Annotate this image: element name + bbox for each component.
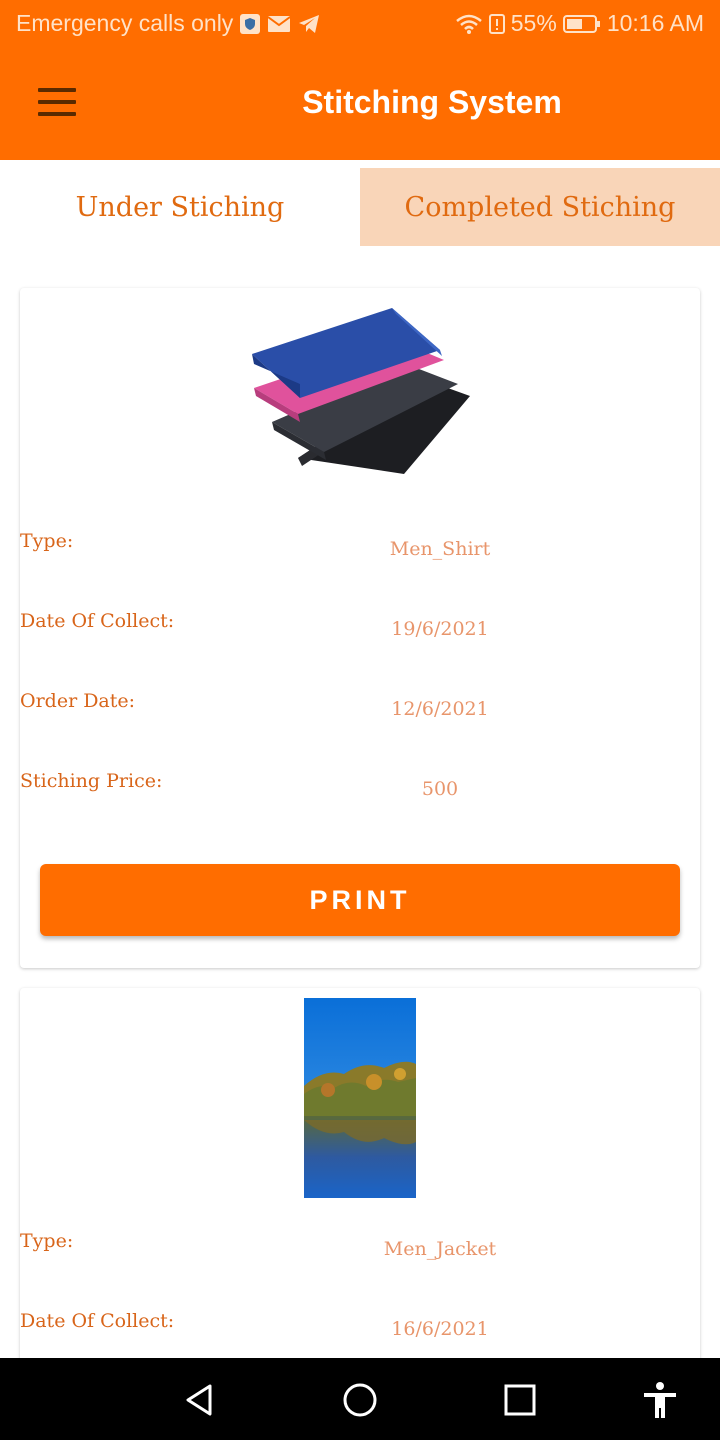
- type-label: Type:: [20, 530, 74, 552]
- collect-date-row: Date Of Collect: 16/6/2021: [20, 1310, 700, 1350]
- type-row: Type: Men_Jacket: [20, 1230, 700, 1270]
- tab-bar: Under Stiching Completed Stiching: [0, 168, 720, 246]
- price-label: Stiching Price:: [20, 770, 163, 792]
- back-icon[interactable]: [180, 1380, 220, 1420]
- status-right: 55% 10:16 AM: [455, 10, 704, 37]
- collect-date-label: Date Of Collect:: [20, 610, 175, 632]
- order-card: Type: Men_Jacket Date Of Collect: 16/6/2…: [20, 988, 700, 1358]
- recents-icon[interactable]: [500, 1380, 540, 1420]
- tab-under-stiching[interactable]: Under Stiching: [0, 168, 360, 246]
- price-value: 500: [421, 778, 459, 800]
- app-title: Stitching System: [302, 84, 562, 120]
- telegram-icon: [299, 14, 320, 33]
- order-card: Type: Men_Shirt Date Of Collect: 19/6/20…: [20, 288, 700, 968]
- type-value: Men_Jacket: [383, 1238, 497, 1260]
- tab-completed-stiching[interactable]: Completed Stiching: [360, 168, 720, 246]
- carrier-text: Emergency calls only: [16, 10, 234, 36]
- order-date-row: Order Date: 12/6/2021: [20, 690, 700, 730]
- app-bar: Stitching System: [0, 50, 720, 160]
- clock: 10:16 AM: [606, 10, 704, 36]
- home-icon[interactable]: [340, 1380, 380, 1420]
- system-nav-bar: [0, 1358, 720, 1440]
- price-row: Stiching Price: 500: [20, 770, 700, 810]
- order-date-value: 12/6/2021: [391, 698, 489, 720]
- print-button[interactable]: PRINT: [40, 864, 680, 936]
- status-left: Emergency calls only: [16, 10, 321, 37]
- fabric-stack-image: [252, 308, 470, 474]
- order-list[interactable]: Type: Men_Shirt Date Of Collect: 19/6/20…: [0, 246, 720, 1358]
- collect-date-value: 16/6/2021: [391, 1318, 489, 1340]
- order-date-label: Order Date:: [20, 690, 136, 712]
- type-label: Type:: [20, 1230, 74, 1252]
- accessibility-icon[interactable]: [640, 1380, 680, 1420]
- battery-icon: [562, 14, 600, 33]
- collect-date-value: 19/6/2021: [391, 618, 489, 640]
- type-row: Type: Men_Shirt: [20, 530, 700, 570]
- battery-percent: 55%: [510, 10, 557, 36]
- collect-date-row: Date Of Collect: 19/6/2021: [20, 610, 700, 650]
- lake-landscape-image: [304, 998, 416, 1198]
- collect-date-label: Date Of Collect:: [20, 1310, 175, 1332]
- type-value: Men_Shirt: [389, 538, 491, 560]
- alert-icon: [488, 13, 505, 34]
- status-bar: Emergency calls only 55% 10:16 AM: [0, 0, 720, 50]
- mail-icon: [267, 15, 291, 32]
- shield-icon: [240, 13, 261, 34]
- wifi-icon: [455, 14, 482, 34]
